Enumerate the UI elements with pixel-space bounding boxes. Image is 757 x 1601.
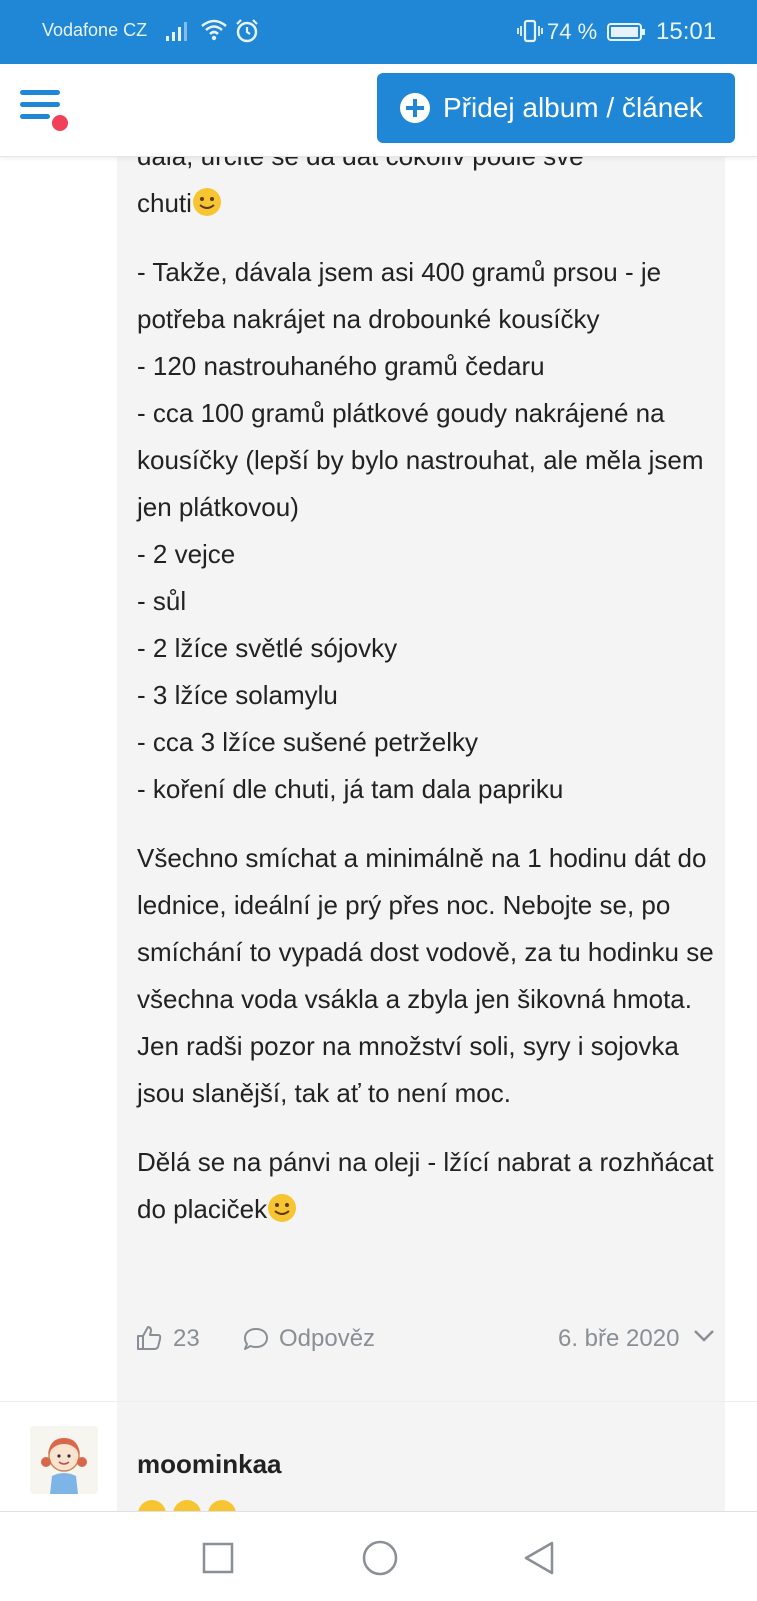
comment-intro-end: chuti [137,180,717,227]
comment-cut-line: dala, určitě se dá dát cokoliv podle své [137,156,584,171]
username[interactable]: moominkaa [137,1449,282,1480]
battery-percent: 74 % [547,19,598,44]
app-header: Přidej album / článek [0,64,757,157]
add-album-article-button[interactable]: Přidej album / článek [377,73,735,143]
recent-apps-icon[interactable] [202,1542,234,1574]
avatar[interactable] [30,1426,98,1494]
plus-circle-icon [400,93,430,123]
back-icon[interactable] [522,1540,556,1576]
ingredient-line: - cca 100 gramů plátkové goudy nakrájené… [137,398,704,522]
wifi-icon [201,19,227,41]
signal-icon [166,22,187,41]
comment-body: chuti - Takže, dávala jsem asi 400 gramů… [137,180,717,1233]
status-bar: Vodafone CZ 74 % 15:01 [0,0,757,64]
ingredient-line: - sůl [137,586,187,616]
avatar-illustration [30,1426,98,1494]
like-count: 23 [173,1325,200,1352]
menu-button[interactable] [20,88,74,136]
ingredient-line: - cca 3 lžíce sušené petrželky [137,727,479,757]
thumbs-up-icon[interactable] [135,1324,163,1352]
divider [0,1401,757,1402]
carrier-label: Vodafone CZ [42,20,148,40]
comment-paragraph-last: Dělá se na pánvi na oleji - lžící nabrat… [137,1147,714,1224]
speech-bubble-icon[interactable] [242,1326,270,1352]
smile-emoji-icon [192,188,221,216]
clock: 15:01 [656,18,717,45]
reply-button[interactable]: Odpověz [279,1325,375,1353]
add-button-label: Přidej album / článek [443,92,703,123]
ingredient-line: - 120 nastrouhaného gramů čedaru [137,351,545,381]
smile-emoji-icon [138,1500,236,1511]
comment-paragraph: Všechno smíchat a minimálně na 1 hodinu … [137,843,714,1108]
home-icon[interactable] [362,1540,398,1576]
emoji-row [137,1492,247,1511]
chevron-down-icon[interactable] [692,1326,716,1346]
smile-emoji-icon [268,1194,297,1222]
hamburger-menu-icon [20,90,68,131]
vibrate-icon [517,19,543,43]
battery-icon [607,23,645,41]
ingredient-line: - Takže, dávala jsem asi 400 gramů prsou… [137,257,662,334]
system-nav-bar [0,1511,757,1601]
comment-thread[interactable]: dala, určitě se dá dát cokoliv podle své… [0,156,757,1511]
comment-date: 6. bře 2020 [558,1325,680,1352]
alarm-icon [236,19,258,43]
ingredient-line: - 3 lžíce solamylu [137,680,338,710]
ingredient-line: - 2 vejce [137,539,236,569]
comment-actions: 23 Odpověz 6. bře 2020 [0,1316,757,1366]
ingredient-line: - 2 lžíce světlé sójovky [137,633,398,663]
ingredient-line: - koření dle chuti, já tam dala papriku [137,774,564,804]
